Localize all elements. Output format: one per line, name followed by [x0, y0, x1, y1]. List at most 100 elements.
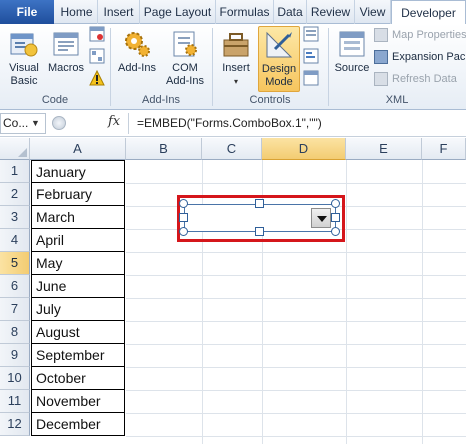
row-header-12[interactable]: 12: [0, 413, 30, 436]
cell-a9[interactable]: September: [31, 344, 125, 367]
tab-page-layout[interactable]: Page Layout: [140, 0, 216, 24]
tab-review[interactable]: Review: [307, 0, 355, 24]
gridline: [126, 436, 466, 437]
run-dialog-button[interactable]: [302, 70, 320, 88]
macro-security-button[interactable]: [88, 69, 106, 88]
select-all-triangle-icon: [18, 148, 27, 157]
tab-formulas[interactable]: Formulas: [216, 0, 274, 24]
tab-data[interactable]: Data: [274, 0, 307, 24]
cell-a4[interactable]: April: [31, 229, 125, 252]
row-header-10[interactable]: 10: [0, 367, 30, 390]
gridline: [346, 160, 347, 444]
visual-basic-button[interactable]: Visual Basic: [4, 28, 44, 90]
chevron-down-icon: ▾: [233, 77, 238, 86]
tab-view[interactable]: View: [355, 0, 391, 24]
xml-group-label: XML: [385, 94, 409, 106]
record-macro-icon: [89, 26, 105, 42]
combobox-dropdown-button[interactable]: [311, 208, 331, 228]
expansion-packs-label: Expansion Packs: [392, 51, 466, 63]
design-mode-button[interactable]: Design Mode: [258, 26, 300, 92]
xml-small-buttons: Map Properties Expansion Packs Refresh D…: [374, 26, 466, 92]
resize-handle-bottom[interactable]: [255, 227, 264, 236]
cell-a3[interactable]: March: [31, 206, 125, 229]
addins-label: Add-Ins: [118, 62, 156, 74]
cell-a11[interactable]: November: [31, 390, 125, 413]
cell-a7[interactable]: July: [31, 298, 125, 321]
column-header-d[interactable]: D: [262, 138, 346, 160]
refresh-icon: [374, 72, 388, 87]
expansion-packs-button[interactable]: Expansion Packs: [374, 49, 466, 65]
refresh-data-label: Refresh Data: [392, 73, 457, 85]
map-properties-icon: [374, 28, 388, 43]
formula-bar-resize-handle[interactable]: [52, 116, 66, 130]
formula-bar: Co... ▼ fx =EMBED("Forms.ComboBox.1",""): [0, 111, 466, 137]
column-header-b[interactable]: B: [126, 138, 202, 160]
tab-home[interactable]: Home: [56, 0, 98, 24]
visual-basic-label: Visual Basic: [9, 62, 39, 87]
tab-insert[interactable]: Insert: [98, 0, 140, 24]
select-all-corner[interactable]: [0, 138, 30, 160]
gear-icon: [125, 32, 150, 57]
insert-controls-label: Insert: [222, 62, 250, 74]
resize-handle-top[interactable]: [255, 199, 264, 208]
row-header-6[interactable]: 6: [0, 275, 30, 298]
controls-group-label: Controls: [249, 94, 291, 106]
row-header-11[interactable]: 11: [0, 390, 30, 413]
xml-source-button[interactable]: Source: [332, 28, 372, 90]
row-header-1[interactable]: 1: [0, 160, 30, 183]
cell-a12[interactable]: December: [31, 413, 125, 436]
map-properties-button[interactable]: Map Properties: [374, 27, 466, 43]
addins-button[interactable]: Add-Ins: [114, 28, 160, 90]
row-header-9[interactable]: 9: [0, 344, 30, 367]
code-group-label: Code: [41, 94, 69, 106]
ribbon-developer-panel: Visual Basic Macros Code Add-Ins COM Add…: [0, 24, 466, 110]
com-addins-icon: [173, 31, 197, 57]
gridline: [126, 183, 466, 184]
column-header-f[interactable]: F: [422, 138, 466, 160]
row-header-4[interactable]: 4: [0, 229, 30, 252]
resize-handle-bottom-left[interactable]: [179, 227, 188, 236]
cell-a2[interactable]: February: [31, 183, 125, 206]
column-header-a[interactable]: A: [30, 138, 126, 160]
column-header-c[interactable]: C: [202, 138, 262, 160]
view-code-button[interactable]: [302, 48, 320, 66]
cell-a8[interactable]: August: [31, 321, 125, 344]
name-box[interactable]: Co... ▼: [0, 113, 46, 134]
row-header-8[interactable]: 8: [0, 321, 30, 344]
resize-handle-top-left[interactable]: [179, 199, 188, 208]
column-header-e[interactable]: E: [346, 138, 422, 160]
refresh-data-button[interactable]: Refresh Data: [374, 71, 457, 87]
cell-a6[interactable]: June: [31, 275, 125, 298]
macros-button[interactable]: Macros: [46, 28, 86, 90]
control-properties-button[interactable]: [302, 26, 320, 44]
resize-handle-top-right[interactable]: [331, 199, 340, 208]
warning-icon: [89, 69, 105, 86]
insert-function-button[interactable]: fx: [108, 114, 120, 129]
row-header-2[interactable]: 2: [0, 183, 30, 206]
chevron-down-icon[interactable]: ▼: [31, 114, 40, 133]
view-code-icon: [303, 48, 319, 64]
resize-handle-bottom-right[interactable]: [331, 227, 340, 236]
cell-a1[interactable]: January: [31, 160, 125, 183]
tab-file[interactable]: File: [0, 0, 54, 24]
row-header-3[interactable]: 3: [0, 206, 30, 229]
cell-a5[interactable]: May: [31, 252, 125, 275]
insert-controls-button[interactable]: Insert ▾: [216, 28, 256, 90]
tab-developer[interactable]: Developer: [391, 0, 466, 25]
relative-references-button[interactable]: [88, 48, 106, 66]
gridline: [126, 344, 466, 345]
gridline: [422, 160, 423, 444]
row-header-7[interactable]: 7: [0, 298, 30, 321]
macros-label: Macros: [47, 62, 85, 74]
resize-handle-left[interactable]: [179, 213, 188, 222]
resize-handle-right[interactable]: [331, 213, 340, 222]
formula-input[interactable]: =EMBED("Forms.ComboBox.1",""): [128, 113, 466, 134]
com-addins-button[interactable]: COM Add-Ins: [162, 28, 208, 90]
gridline: [126, 321, 466, 322]
record-macro-button[interactable]: [88, 26, 106, 44]
gridline: [126, 298, 466, 299]
cell-a10[interactable]: October: [31, 367, 125, 390]
properties-icon: [303, 26, 319, 42]
relative-references-icon: [89, 48, 105, 64]
row-header-5[interactable]: 5: [0, 252, 30, 275]
